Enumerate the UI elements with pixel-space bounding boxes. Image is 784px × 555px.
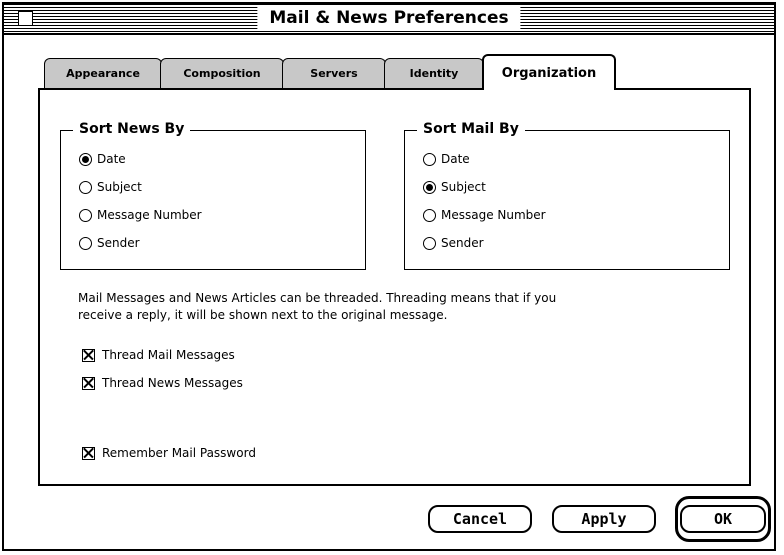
- option-label: Message Number: [441, 208, 546, 222]
- option-label: Sender: [97, 236, 140, 250]
- close-box[interactable]: [18, 11, 33, 26]
- tab-organization[interactable]: Organization: [482, 54, 616, 90]
- option-label: Subject: [97, 180, 142, 194]
- sort-news-message-number-option[interactable]: Message Number: [79, 207, 202, 223]
- tab-identity[interactable]: Identity: [384, 58, 484, 88]
- sort-mail-message-number-option[interactable]: Message Number: [423, 207, 546, 223]
- tab-servers[interactable]: Servers: [282, 58, 386, 88]
- ok-button[interactable]: OK: [680, 505, 766, 533]
- threading-description: Mail Messages and News Articles can be t…: [78, 291, 557, 322]
- checkbox-label: Thread News Messages: [102, 376, 243, 390]
- radio-button[interactable]: [79, 236, 92, 250]
- sort-mail-subject-option[interactable]: Subject: [423, 179, 486, 195]
- tab-appearance[interactable]: Appearance: [44, 58, 162, 88]
- checkbox-label: Remember Mail Password: [102, 446, 256, 460]
- sort-news-subject-option[interactable]: Subject: [79, 179, 142, 195]
- option-label: Date: [97, 152, 126, 166]
- sort-mail-sender-option[interactable]: Sender: [423, 235, 484, 251]
- sort-news-group: Sort News By Date Subject Message Number…: [60, 120, 366, 270]
- thread-mail-checkbox[interactable]: Thread Mail Messages: [82, 347, 235, 363]
- radio-button[interactable]: [79, 180, 92, 194]
- option-label: Message Number: [97, 208, 202, 222]
- apply-button[interactable]: Apply: [552, 505, 656, 533]
- option-label: Date: [441, 152, 470, 166]
- sort-news-date-option[interactable]: Date: [79, 151, 126, 167]
- sort-mail-date-option[interactable]: Date: [423, 151, 470, 167]
- remember-password-checkbox[interactable]: Remember Mail Password: [82, 445, 256, 461]
- checkbox[interactable]: [82, 446, 95, 460]
- organization-panel: Sort News By Date Subject Message Number…: [38, 88, 751, 486]
- radio-button[interactable]: [423, 180, 436, 194]
- cancel-button[interactable]: Cancel: [428, 505, 532, 533]
- option-label: Subject: [441, 180, 486, 194]
- radio-button[interactable]: [79, 208, 92, 222]
- option-label: Sender: [441, 236, 484, 250]
- sort-mail-title: Sort Mail By: [417, 120, 525, 138]
- sort-mail-group: Sort Mail By Date Subject Message Number…: [404, 120, 730, 270]
- radio-button[interactable]: [423, 208, 436, 222]
- sort-news-title: Sort News By: [73, 120, 191, 138]
- checkbox[interactable]: [82, 376, 95, 390]
- sort-news-sender-option[interactable]: Sender: [79, 235, 140, 251]
- radio-button[interactable]: [423, 152, 436, 166]
- radio-button[interactable]: [423, 236, 436, 250]
- checkbox-label: Thread Mail Messages: [102, 348, 235, 362]
- checkbox[interactable]: [82, 348, 95, 362]
- window-title: Mail & News Preferences: [257, 7, 521, 29]
- radio-button[interactable]: [79, 152, 92, 166]
- thread-news-checkbox[interactable]: Thread News Messages: [82, 375, 243, 391]
- title-bar[interactable]: Mail & News Preferences: [4, 4, 774, 35]
- tab-composition[interactable]: Composition: [160, 58, 284, 88]
